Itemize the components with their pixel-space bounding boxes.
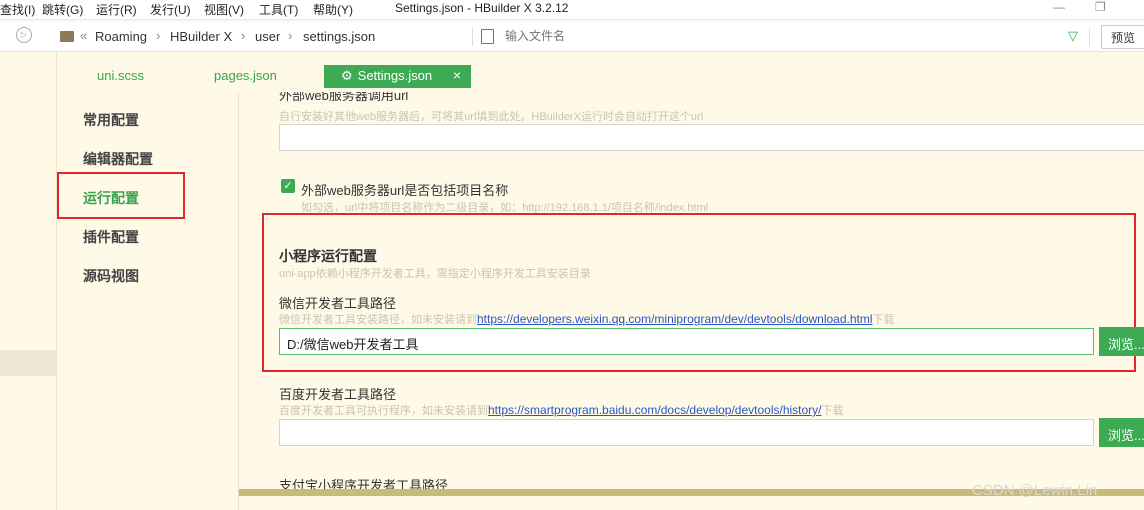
menu-goto[interactable]: 跳转(G) xyxy=(42,1,83,18)
settings-nav: 常用配置 编辑器配置 运行配置 插件配置 源码视图 xyxy=(57,92,238,510)
chevron-right-icon: › xyxy=(156,28,161,43)
web-server-url-label: 外部web服务器调用url xyxy=(279,92,409,103)
file-search-icon xyxy=(481,29,494,44)
left-gutter xyxy=(0,52,57,510)
nav-item-common[interactable]: 常用配置 xyxy=(83,110,139,130)
wechat-devtools-hint: 微信开发者工具安装路径，如未安装请到https://developers.wei… xyxy=(279,312,895,326)
web-server-url-hint: 自行安装好其他web服务器后，可将其url填到此处。HBuilderX运行时会自… xyxy=(279,111,704,123)
wechat-devtools-link[interactable]: https://developers.weixin.qq.com/minipro… xyxy=(477,312,873,326)
gutter-highlight xyxy=(0,350,57,376)
minimize-icon[interactable]: — xyxy=(1053,0,1065,14)
gear-icon: ⚙ xyxy=(341,68,353,83)
folder-icon xyxy=(60,31,74,42)
menu-run[interactable]: 运行(R) xyxy=(96,1,137,18)
breadcrumb-user[interactable]: user xyxy=(255,29,280,44)
close-icon[interactable]: × xyxy=(453,67,461,83)
breadcrumb-hbuilderx[interactable]: HBuilder X xyxy=(170,29,232,44)
menu-find[interactable]: 查找(I) xyxy=(0,1,35,18)
baidu-devtools-label: 百度开发者工具路径 xyxy=(279,387,397,402)
breadcrumb-roaming[interactable]: Roaming xyxy=(95,29,147,44)
menu-view[interactable]: 视图(V) xyxy=(204,1,244,18)
baidu-devtools-link[interactable]: https://smartprogram.baidu.com/docs/deve… xyxy=(488,403,822,417)
window-title: Settings.json - HBuilder X 3.2.12 xyxy=(395,1,569,15)
settings-content: 外部web服务器调用url 自行安装好其他web服务器后，可将其url填到此处。… xyxy=(238,92,1144,510)
run-icon[interactable]: ▷ xyxy=(16,27,32,43)
preview-button[interactable]: 预览 xyxy=(1101,25,1144,49)
divider xyxy=(472,28,473,46)
nav-item-plugin[interactable]: 插件配置 xyxy=(83,227,139,247)
baidu-browse-button[interactable]: 浏览... xyxy=(1099,418,1144,447)
filter-icon[interactable]: ▽ xyxy=(1068,28,1078,44)
breadcrumb-settings-json[interactable]: settings.json xyxy=(303,29,375,44)
tab-pages-json[interactable]: pages.json xyxy=(214,68,277,83)
menu-help[interactable]: 帮助(Y) xyxy=(313,1,353,18)
file-search-input[interactable] xyxy=(505,29,705,43)
web-server-url-input[interactable] xyxy=(279,124,1144,151)
tab-bar: uni.scss pages.json ⚙ Settings.json × xyxy=(57,52,1144,92)
menu-publish[interactable]: 发行(U) xyxy=(150,1,191,18)
menu-bar: 查找(I) 跳转(G) 运行(R) 发行(U) 视图(V) 工具(T) 帮助(Y… xyxy=(0,0,1144,20)
tab-uni-scss[interactable]: uni.scss xyxy=(97,68,144,83)
nav-item-editor[interactable]: 编辑器配置 xyxy=(83,149,153,169)
nav-highlight-box xyxy=(57,172,185,219)
chevron-double-left-icon: « xyxy=(80,28,88,43)
include-project-label: 外部web服务器url是否包括项目名称 xyxy=(301,183,509,198)
include-project-checkbox[interactable]: ✓ xyxy=(281,179,295,193)
miniprogram-section-heading: 小程序运行配置 xyxy=(279,248,377,264)
nav-item-source[interactable]: 源码视图 xyxy=(83,266,139,286)
wechat-devtools-path-input[interactable]: D:/微信web开发者工具 xyxy=(279,328,1094,355)
address-bar: ▷ « Roaming › HBuilder X › user › settin… xyxy=(0,22,1144,52)
tab-label: Settings.json xyxy=(357,68,433,83)
chevron-right-icon: › xyxy=(241,28,246,43)
chevron-right-icon: › xyxy=(288,28,293,43)
wechat-browse-button[interactable]: 浏览... xyxy=(1099,327,1144,356)
miniprogram-section-hint: uni-app依赖小程序开发者工具，需指定小程序开发工具安装目录 xyxy=(279,268,591,280)
watermark: CSDN @Lewin.Lin xyxy=(972,482,1098,499)
divider xyxy=(1089,28,1090,46)
baidu-devtools-hint: 百度开发者工具可执行程序，如未安装请到https://smartprogram.… xyxy=(279,403,844,417)
wechat-devtools-label: 微信开发者工具路径 xyxy=(279,296,397,311)
baidu-devtools-path-input[interactable] xyxy=(279,419,1094,446)
restore-icon[interactable]: ❐ xyxy=(1095,0,1106,14)
tab-settings-json[interactable]: ⚙ Settings.json × xyxy=(324,65,471,88)
menu-tools[interactable]: 工具(T) xyxy=(259,1,298,18)
